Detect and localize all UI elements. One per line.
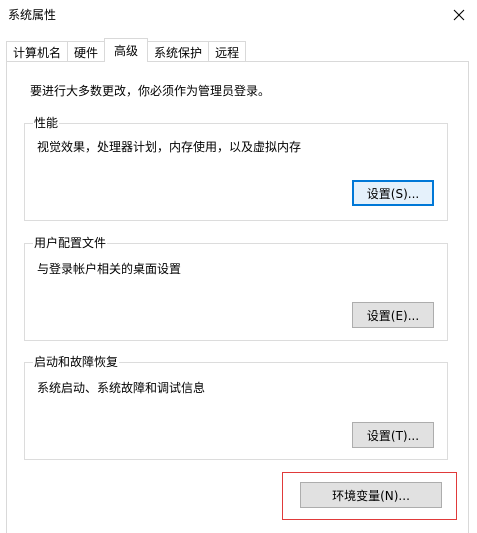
tab-strip: 计算机名 硬件 高级 系统保护 远程 — [6, 38, 247, 62]
performance-settings-button[interactable]: 设置(S)... — [352, 180, 434, 206]
tab-hardware[interactable]: 硬件 — [67, 41, 106, 62]
performance-legend: 性能 — [33, 116, 60, 130]
performance-group: 性能 视觉效果，处理器计划，内存使用，以及虚拟内存 设置(S)... — [24, 116, 448, 221]
system-properties-window: 系统属性 计算机名 硬件 高级 系统保护 远程 要进行大多数更改，你必须作为管理… — [0, 0, 477, 533]
environment-variables-button[interactable]: 环境变量(N)... — [300, 482, 442, 508]
tab-system-protection[interactable]: 系统保护 — [147, 41, 210, 62]
startup-recovery-description: 系统启动、系统故障和调试信息 — [37, 381, 206, 395]
startup-recovery-group: 启动和故障恢复 系统启动、系统故障和调试信息 设置(T)... — [24, 355, 448, 460]
user-profiles-description: 与登录帐户相关的桌面设置 — [37, 262, 182, 276]
admin-notice: 要进行大多数更改，你必须作为管理员登录。 — [30, 84, 271, 98]
tab-remote[interactable]: 远程 — [208, 41, 247, 62]
user-profiles-legend: 用户配置文件 — [33, 236, 108, 250]
user-profiles-group: 用户配置文件 与登录帐户相关的桌面设置 设置(E)... — [24, 236, 448, 341]
startup-recovery-legend: 启动和故障恢复 — [33, 355, 120, 369]
tab-advanced[interactable]: 高级 — [104, 38, 149, 62]
user-profiles-settings-button[interactable]: 设置(E)... — [352, 302, 434, 328]
title-bar: 系统属性 — [0, 0, 477, 30]
tab-computer-name[interactable]: 计算机名 — [6, 41, 69, 62]
performance-description: 视觉效果，处理器计划，内存使用，以及虚拟内存 — [37, 140, 302, 154]
window-title: 系统属性 — [8, 8, 57, 22]
close-button[interactable] — [441, 0, 477, 30]
startup-recovery-settings-button[interactable]: 设置(T)... — [352, 422, 434, 448]
close-icon — [453, 9, 465, 21]
